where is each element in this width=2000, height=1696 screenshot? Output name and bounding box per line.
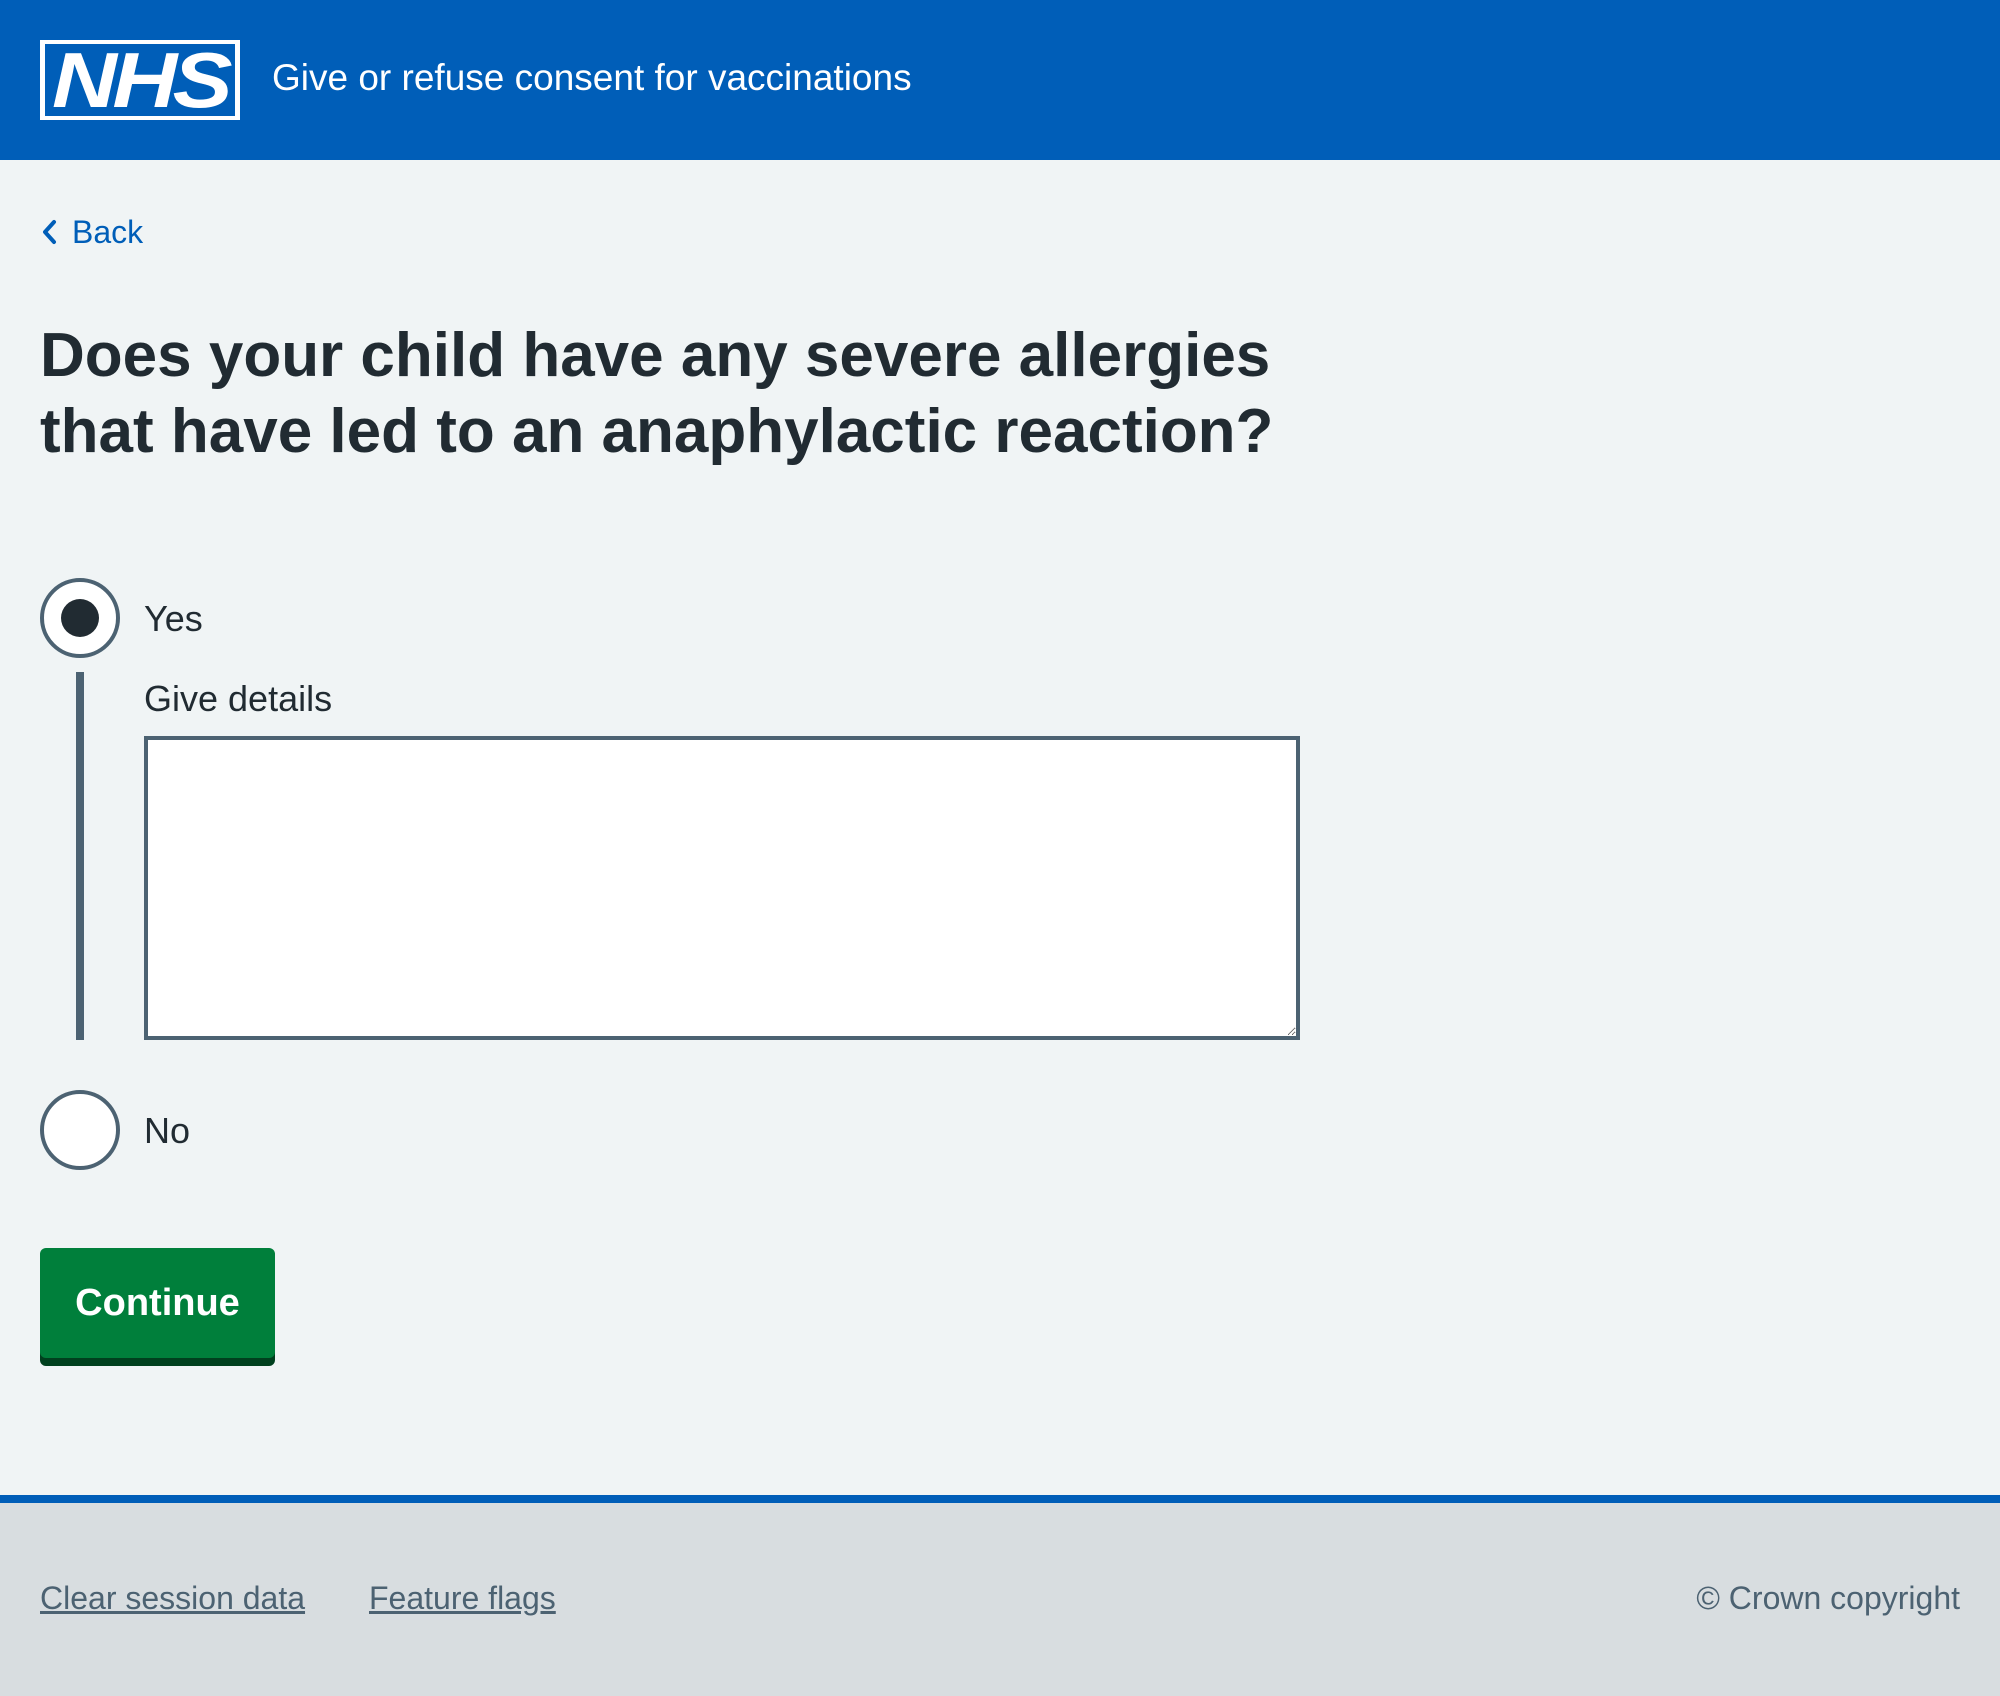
details-textarea[interactable] — [144, 736, 1300, 1040]
radio-no[interactable] — [40, 1090, 120, 1170]
clear-session-data-link[interactable]: Clear session data — [40, 1578, 305, 1618]
back-link-label: Back — [72, 213, 144, 250]
chevron-left-icon — [43, 220, 56, 244]
service-name[interactable]: Give or refuse consent for vaccinations — [272, 54, 912, 102]
radio-yes-label[interactable]: Yes — [144, 597, 203, 641]
nhs-logo[interactable]: NHS — [40, 40, 240, 120]
continue-button[interactable]: Continue — [40, 1248, 275, 1358]
nhs-logo-text: NHS — [52, 41, 233, 119]
feature-flags-link[interactable]: Feature flags — [369, 1578, 556, 1618]
page-title: Does your child have any severe allergie… — [40, 321, 1274, 466]
radio-yes[interactable] — [40, 578, 120, 658]
back-link[interactable]: Back — [40, 210, 143, 254]
conditional-reveal-bar — [76, 672, 84, 1040]
copyright-text: © Crown copyright — [1696, 1580, 1960, 1616]
nhs-logo-mark: NHS — [42, 41, 238, 119]
details-label: Give details — [144, 678, 333, 719]
radio-no-label[interactable]: No — [144, 1109, 190, 1153]
site-footer: Clear session data Feature flags © Crown… — [0, 1495, 2000, 1696]
site-header: NHS Give or refuse consent for vaccinati… — [0, 0, 2000, 160]
